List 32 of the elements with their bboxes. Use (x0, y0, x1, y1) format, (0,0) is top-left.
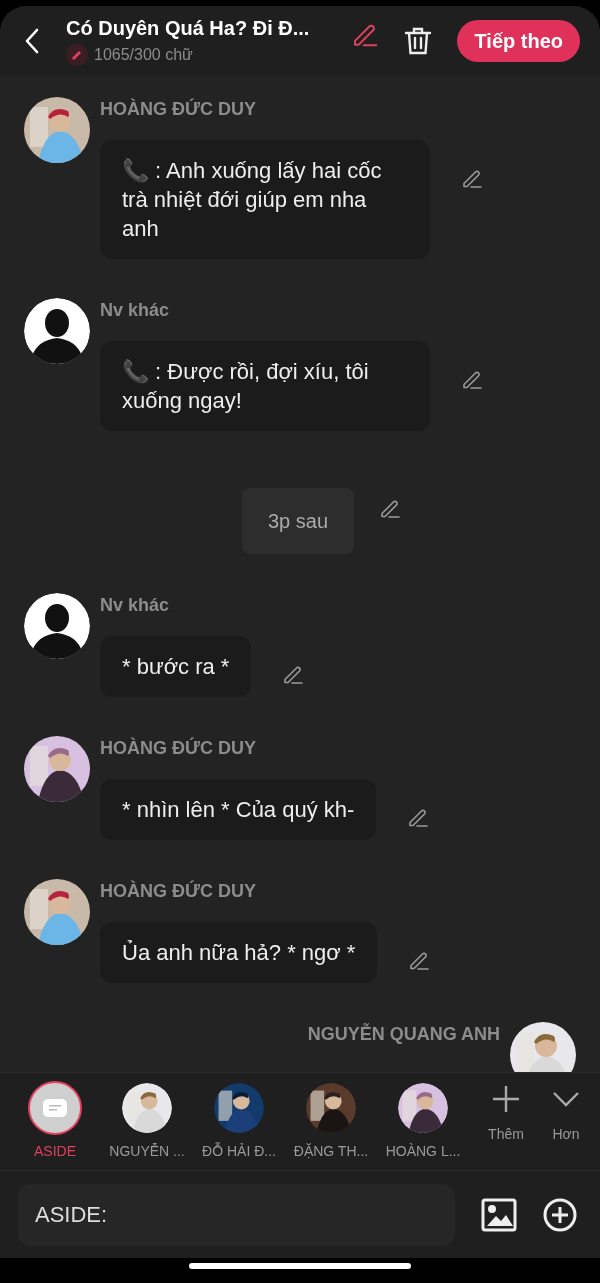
character-name[interactable]: HOÀNG L... (385, 1141, 461, 1162)
sender-name: Nv khác (100, 299, 170, 321)
message-input[interactable]: ASIDE: (18, 1183, 455, 1246)
message-bubble: 📞 : Được rồi, đợi xíu, tôi xuống ngay! (100, 341, 430, 431)
avatar-silhouette-icon (24, 593, 90, 659)
character-name[interactable]: ĐỖ HẢI Đ... (202, 1141, 276, 1162)
more-button[interactable]: Hơn (536, 1084, 596, 1145)
avatar-silhouette-icon (24, 298, 90, 364)
word-count: 1065/300 chữ (94, 45, 193, 65)
message-bubble: * nhìn lên * Của quý kh- (100, 779, 377, 840)
character-name[interactable]: ASIDE (34, 1141, 76, 1162)
add-character-button[interactable]: Thêm (476, 1084, 536, 1145)
sender-name: HOÀNG ĐỨC DUY (100, 737, 256, 759)
sender-name: NGUYỄN QUANG ANH (307, 1023, 500, 1045)
message-bubble: Ủa anh nữa hả? * ngơ * (100, 922, 378, 983)
pencil-badge-icon (66, 44, 88, 66)
add-circle-icon[interactable] (543, 1197, 577, 1232)
plus-icon (491, 1084, 521, 1114)
trash-icon[interactable] (404, 26, 432, 56)
character-name[interactable]: NGUYỄN ... (109, 1141, 185, 1162)
image-icon[interactable] (481, 1197, 517, 1232)
sender-name: HOÀNG ĐỨC DUY (100, 98, 256, 120)
sender-name: HOÀNG ĐỨC DUY (100, 880, 256, 902)
chat-icon (43, 1099, 67, 1117)
sender-name: Nv khác (100, 594, 170, 616)
message-bubble: * bước ra * (100, 636, 252, 697)
aside-avatar[interactable] (28, 1081, 82, 1135)
next-button[interactable]: Tiếp theo (457, 20, 580, 62)
message-bubble: 📞 : Anh xuống lấy hai cốc trà nhiệt đới giúp em nha anh (100, 140, 430, 259)
character-name[interactable]: ĐẶNG TH... (293, 1141, 369, 1162)
narration-bubble: 3p sau (241, 488, 355, 554)
story-title: Có Duyên Quá Ha? Đi Đ... (66, 16, 311, 41)
